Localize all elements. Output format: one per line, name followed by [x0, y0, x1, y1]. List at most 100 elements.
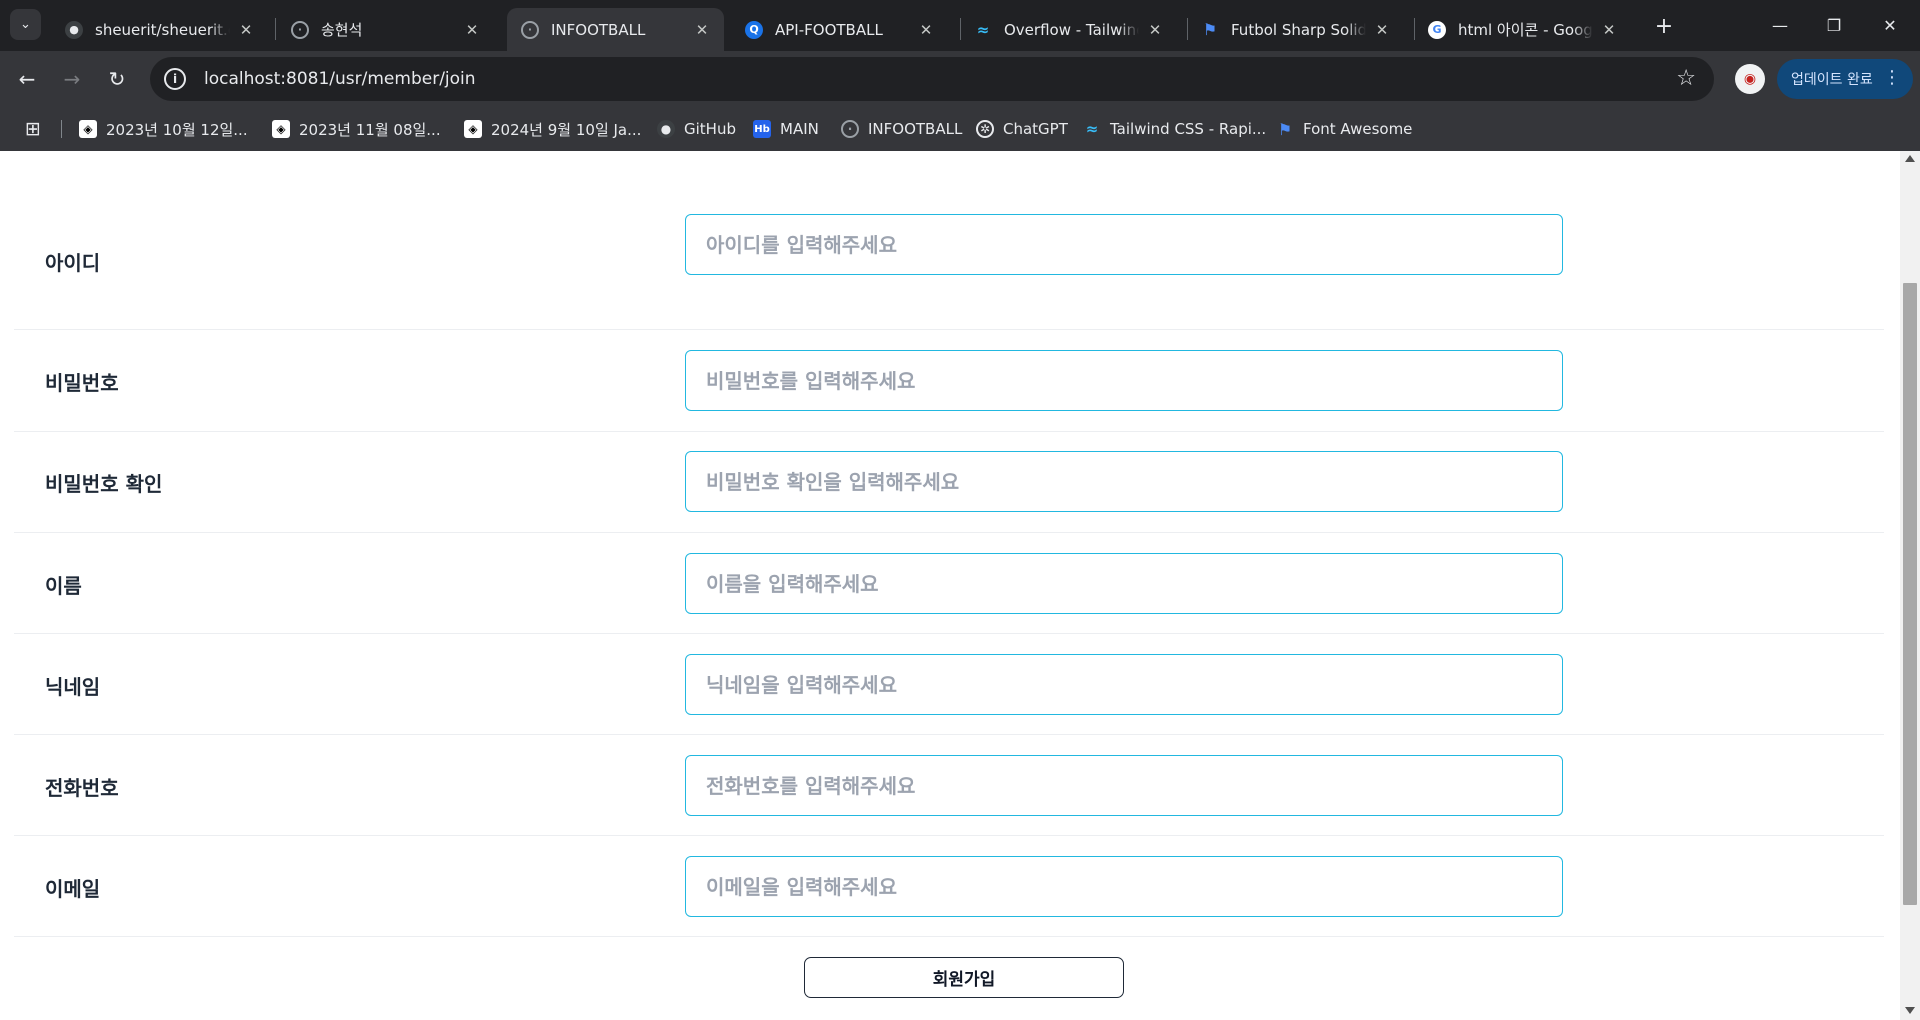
close-icon[interactable]: ✕ — [236, 20, 256, 40]
bookmark-item[interactable]: ● GitHub — [657, 117, 736, 141]
tab-title: Overflow - Tailwind — [1004, 20, 1139, 39]
tab-search-chevron-down-icon[interactable]: ⌄ — [10, 9, 41, 40]
apps-grid-icon[interactable]: ⊞ — [22, 118, 44, 140]
font-awesome-flag-icon: ⚑ — [1202, 20, 1218, 39]
bookmark-label: Tailwind CSS - Rapi... — [1110, 120, 1267, 138]
more-menu-icon[interactable]: ⋮ — [1883, 67, 1901, 88]
phone-label: 전화번호 — [45, 776, 119, 800]
form-row-username: 아이디 — [14, 151, 1884, 330]
tab-title: html 아이콘 - Googl — [1458, 21, 1593, 39]
scrollbar-thumb[interactable] — [1903, 283, 1917, 905]
scroll-up-arrow-icon[interactable] — [1905, 155, 1915, 162]
close-window-icon[interactable]: ✕ — [1862, 0, 1918, 50]
tab-strip: ⌄ ● sheuerit/sheuerit.git ✕ · 송현석 ✕ · IN… — [0, 0, 1920, 51]
tailwind-icon: ≈ — [1085, 120, 1099, 138]
scroll-down-arrow-icon[interactable] — [1905, 1007, 1915, 1014]
bookmark-item[interactable]: ≈ Tailwind CSS - Rapi... — [1083, 117, 1266, 141]
bookmark-star-icon[interactable]: ☆ — [1676, 66, 1696, 91]
chatgpt-icon: ✲ — [976, 120, 994, 138]
update-button-label: 업데이트 완료 — [1791, 72, 1873, 88]
tailwind-icon: ≈ — [976, 20, 990, 39]
name-label: 이름 — [45, 574, 82, 598]
tab-title: INFOOTBALL — [551, 20, 646, 39]
bookmark-label: 2023년 10월 12일... — [106, 120, 248, 139]
close-icon[interactable]: ✕ — [916, 20, 936, 40]
font-awesome-flag-icon: ⚑ — [1277, 119, 1293, 139]
phone-input[interactable] — [685, 755, 1563, 816]
bookmark-item[interactable]: ◈ 2023년 10월 12일... — [79, 117, 248, 141]
browser-toolbar: ← → ↻ i localhost:8081/usr/member/join ☆… — [0, 51, 1920, 107]
notion-icon: ◈ — [464, 120, 482, 138]
form-row-phone: 전화번호 — [14, 735, 1884, 836]
tab-songhyunseok[interactable]: · 송현석 ✕ — [277, 8, 494, 51]
tab-tailwind-overflow[interactable]: ≈ Overflow - Tailwind ✕ — [960, 8, 1177, 51]
back-arrow-icon[interactable]: ← — [9, 61, 45, 97]
update-complete-button[interactable]: 업데이트 완료 ⋮ — [1777, 59, 1913, 99]
nickname-input[interactable] — [685, 654, 1563, 715]
bookmark-item[interactable]: Hb MAIN — [753, 117, 819, 141]
bookmark-label: MAIN — [780, 120, 819, 138]
bookmark-item[interactable]: ◈ 2023년 11월 08일... — [272, 117, 441, 141]
new-tab-plus-icon[interactable]: + — [1650, 12, 1678, 40]
globe-icon: · — [291, 20, 309, 39]
minimize-icon[interactable]: — — [1752, 0, 1808, 50]
page-content: 아이디 비밀번호 비밀번호 확인 이름 닉네임 전화번호 이메일 회원가입 — [0, 151, 1900, 1020]
bookmark-label: 2023년 11월 08일... — [299, 120, 441, 139]
reload-icon[interactable]: ↻ — [99, 61, 135, 97]
bookmark-item[interactable]: ⚑ Font Awesome — [1276, 117, 1413, 141]
google-icon: G — [1428, 20, 1446, 39]
close-icon[interactable]: ✕ — [1372, 20, 1392, 40]
bookmarks-bar: ⊞ ◈ 2023년 10월 12일... ◈ 2023년 11월 08일... … — [0, 107, 1920, 151]
form-row-name: 이름 — [14, 533, 1884, 634]
signup-submit-button[interactable]: 회원가입 — [804, 957, 1124, 998]
close-icon[interactable]: ✕ — [1145, 20, 1165, 40]
bookmark-label: INFOOTBALL — [868, 120, 963, 138]
address-bar[interactable]: i localhost:8081/usr/member/join ☆ — [150, 57, 1714, 101]
notion-icon: ◈ — [79, 120, 97, 138]
tab-google-search[interactable]: G html 아이콘 - Googl ✕ — [1414, 8, 1631, 51]
form-row-password: 비밀번호 — [14, 330, 1884, 432]
vertical-scrollbar[interactable] — [1900, 151, 1920, 1020]
username-label: 아이디 — [45, 251, 101, 275]
close-icon[interactable]: ✕ — [462, 20, 482, 40]
close-icon[interactable]: ✕ — [1599, 20, 1619, 40]
tab-title: sheuerit/sheuerit.git — [95, 20, 230, 39]
close-icon[interactable]: ✕ — [692, 20, 712, 40]
password-input[interactable] — [685, 350, 1563, 411]
tab-title: Futbol Sharp Solid I — [1231, 20, 1366, 39]
tab-api-football[interactable]: Q API-FOOTBALL ✕ — [731, 8, 948, 51]
bookmark-label: ChatGPT — [1003, 120, 1068, 138]
tab-separator — [275, 18, 276, 40]
bookmark-item[interactable]: ✲ ChatGPT — [976, 117, 1068, 141]
password-confirm-label: 비밀번호 확인 — [45, 472, 163, 496]
bookmark-item[interactable]: ◈ 2024년 9월 10일 Ja... — [464, 117, 641, 141]
bookmark-label: Font Awesome — [1303, 120, 1413, 138]
tab-font-awesome-futbol[interactable]: ⚑ Futbol Sharp Solid I ✕ — [1187, 8, 1404, 51]
forward-arrow-icon[interactable]: → — [54, 61, 90, 97]
bookmark-label: GitHub — [684, 120, 736, 138]
github-icon: ● — [657, 120, 675, 138]
url-text[interactable]: localhost:8081/usr/member/join — [204, 69, 476, 89]
github-icon: ● — [65, 20, 83, 39]
bookmark-separator — [61, 120, 62, 138]
api-football-icon: Q — [745, 20, 763, 39]
globe-icon: · — [521, 20, 539, 39]
password-label: 비밀번호 — [45, 371, 119, 395]
email-label: 이메일 — [45, 877, 101, 901]
restore-icon[interactable]: ❐ — [1806, 0, 1862, 50]
username-input[interactable] — [685, 214, 1563, 275]
form-row-password-confirm: 비밀번호 확인 — [14, 432, 1884, 533]
notion-icon: ◈ — [272, 120, 290, 138]
site-info-icon[interactable]: i — [164, 68, 186, 90]
globe-icon: · — [841, 120, 859, 138]
form-row-email: 이메일 — [14, 836, 1884, 937]
name-input[interactable] — [685, 553, 1563, 614]
bookmark-item[interactable]: · INFOOTBALL — [841, 117, 962, 141]
profile-avatar[interactable]: ◉ — [1735, 64, 1765, 94]
hb-icon: Hb — [753, 120, 771, 138]
form-row-nickname: 닉네임 — [14, 634, 1884, 735]
tab-infootball[interactable]: · INFOOTBALL ✕ — [507, 8, 724, 51]
tab-github[interactable]: ● sheuerit/sheuerit.git ✕ — [51, 8, 268, 51]
email-input[interactable] — [685, 856, 1563, 917]
password-confirm-input[interactable] — [685, 451, 1563, 512]
